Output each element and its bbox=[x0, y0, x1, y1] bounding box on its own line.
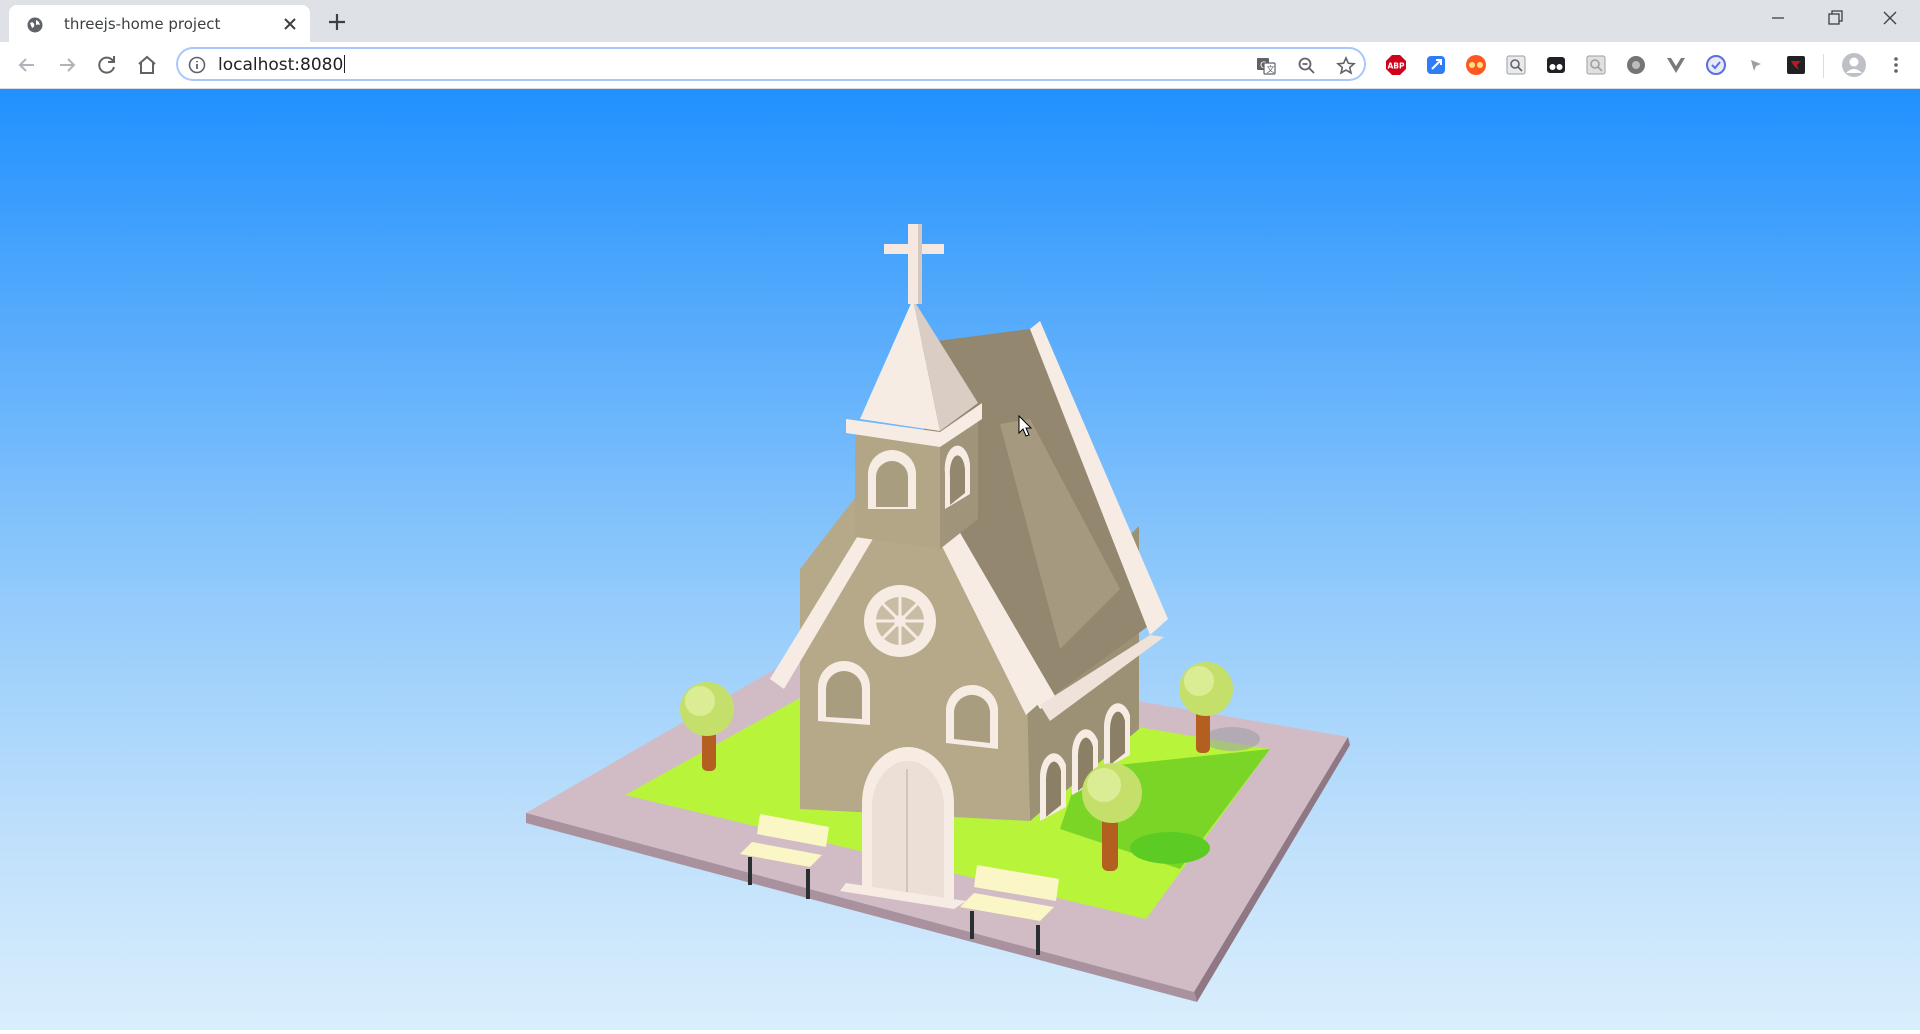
red-extension-icon[interactable] bbox=[1785, 54, 1807, 76]
close-window-button[interactable] bbox=[1862, 0, 1918, 38]
cross bbox=[908, 224, 918, 304]
dark-extension-icon[interactable] bbox=[1545, 54, 1567, 76]
browser-toolbar: localhost:8080 G 文 ABP bbox=[0, 42, 1920, 89]
minimize-button[interactable] bbox=[1750, 0, 1806, 38]
star-icon[interactable] bbox=[1336, 56, 1356, 76]
svg-text:文: 文 bbox=[1267, 64, 1275, 74]
address-bar[interactable]: localhost:8080 G 文 bbox=[176, 47, 1366, 81]
back-button[interactable] bbox=[14, 52, 40, 78]
info-icon[interactable] bbox=[188, 56, 206, 74]
adblock-extension-icon[interactable]: ABP bbox=[1385, 54, 1407, 76]
threejs-canvas[interactable] bbox=[0, 89, 1920, 1030]
tab-strip: threejs-home project bbox=[0, 0, 1920, 42]
shield-extension-icon[interactable] bbox=[1705, 54, 1727, 76]
zoom-out-icon[interactable] bbox=[1297, 56, 1317, 76]
glasses-extension-icon[interactable] bbox=[1465, 54, 1487, 76]
home-button[interactable] bbox=[134, 52, 160, 78]
tab-title: threejs-home project bbox=[64, 15, 221, 33]
close-icon[interactable] bbox=[281, 15, 299, 33]
globe-icon bbox=[27, 17, 43, 33]
restore-button[interactable] bbox=[1806, 0, 1862, 38]
vue-extension-icon[interactable] bbox=[1665, 54, 1687, 76]
search-extension-icon[interactable] bbox=[1505, 54, 1527, 76]
circle-extension-icon[interactable] bbox=[1625, 54, 1647, 76]
url-text: localhost:8080 bbox=[218, 55, 346, 75]
forward-button[interactable] bbox=[54, 52, 80, 78]
blue-extension-icon[interactable] bbox=[1425, 54, 1447, 76]
new-tab-button[interactable] bbox=[326, 11, 348, 33]
gray-search-extension-icon[interactable] bbox=[1585, 54, 1607, 76]
translate-icon[interactable]: G 文 bbox=[1256, 56, 1276, 76]
reload-button[interactable] bbox=[94, 52, 120, 78]
kebab-menu-icon[interactable] bbox=[1885, 54, 1907, 76]
arrow-extension-icon[interactable] bbox=[1745, 54, 1767, 76]
toolbar-divider bbox=[1823, 54, 1824, 78]
browser-tab[interactable]: threejs-home project bbox=[9, 5, 310, 42]
avatar-icon[interactable] bbox=[1841, 52, 1867, 78]
church-scene bbox=[526, 224, 1350, 1002]
svg-text:ABP: ABP bbox=[1387, 62, 1405, 71]
